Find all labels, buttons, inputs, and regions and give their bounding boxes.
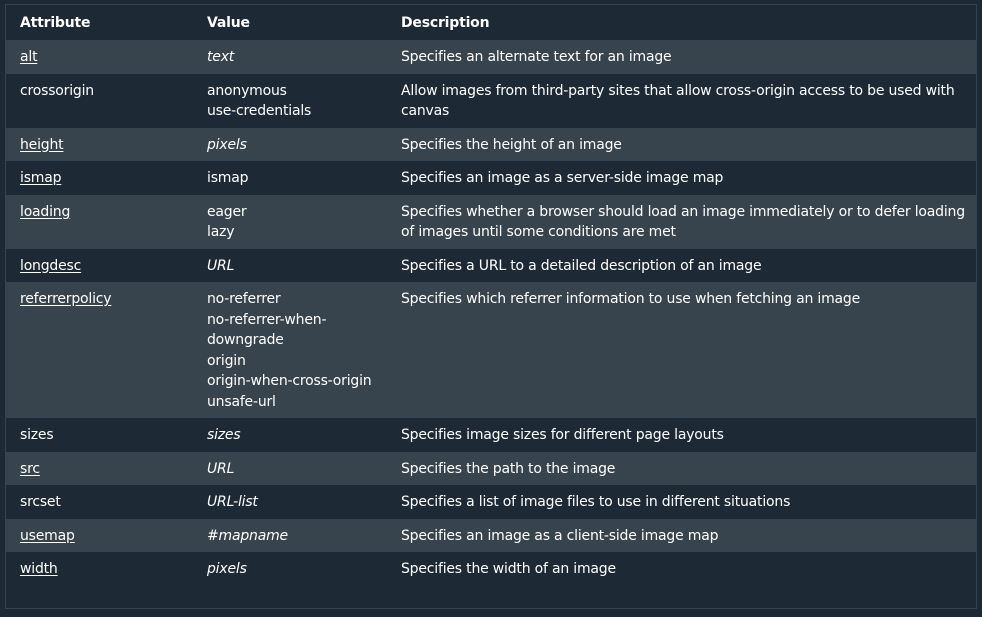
table-row: alt text Specifies an alternate text for a… (6, 40, 976, 74)
attribute-name-srcset: srcset (20, 494, 61, 510)
description-cell: Specifies a URL to a detailed descriptio… (387, 248, 976, 282)
value-cell: URL (193, 248, 387, 282)
attribute-cell: sizes (6, 418, 193, 452)
attribute-link-height[interactable]: height (20, 137, 64, 153)
table-header-row: Attribute Value Description (6, 5, 976, 40)
attribute-link-longdesc[interactable]: longdesc (20, 258, 81, 274)
description-cell: Specifies which referrer information to … (387, 282, 976, 418)
header-description: Description (387, 5, 976, 40)
description-cell: Specifies the path to the image (387, 451, 976, 485)
value-text: sizes (207, 427, 241, 443)
table-row: width pixels Specifies the width of an ima… (6, 552, 976, 586)
attribute-link-referrerpolicy[interactable]: referrerpolicy (20, 291, 112, 307)
description-cell: Specifies an image as a server-side imag… (387, 161, 976, 195)
table-body: alt text Specifies an alternate text for a… (6, 40, 976, 586)
table-row: loading eager lazy Specifies whether a brow… (6, 194, 976, 249)
description-cell: Specifies the width of an image (387, 552, 976, 586)
value-cell: URL (193, 451, 387, 485)
attribute-name-sizes: sizes (20, 427, 54, 443)
value-text: ismap (207, 170, 249, 186)
description-cell: Specifies whether a browser should load … (387, 194, 976, 249)
description-cell: Specifies image sizes for different page… (387, 418, 976, 452)
table-row: referrerpolicy no-referrer no-referrer-whe… (6, 282, 976, 418)
value-cell: anonymous use-credentials (193, 73, 387, 128)
description-cell: Specifies the height of an image (387, 127, 976, 161)
table-row: ismap ismap Specifies an image as a server… (6, 161, 976, 195)
attribute-cell: crossorigin (6, 73, 193, 128)
value-text: lazy (207, 224, 235, 240)
attribute-link-src[interactable]: src (20, 461, 40, 477)
attribute-link-width[interactable]: width (20, 561, 58, 577)
value-text: pixels (207, 561, 247, 577)
attributes-table-container: Attribute Value Description alt text Speci… (5, 4, 977, 609)
value-cell: pixels (193, 127, 387, 161)
table-row: crossorigin anonymous use-credentials Allow… (6, 73, 976, 128)
value-cell: URL-list (193, 485, 387, 519)
value-text: no-referrer (207, 291, 281, 307)
description-cell: Specifies a list of image files to use i… (387, 485, 976, 519)
value-text: anonymous (207, 82, 287, 99)
value-text: URL (207, 460, 235, 477)
attribute-link-ismap[interactable]: ismap (20, 170, 61, 186)
attribute-link-alt[interactable]: alt (20, 49, 38, 65)
value-text: pixels (207, 136, 247, 153)
value-cell: no-referrer no-referrer-when-downgrade ori… (193, 282, 387, 418)
table-row: sizes sizes Specifies image sizes for diff… (6, 418, 976, 452)
value-text: use-credentials (207, 103, 312, 119)
attribute-cell: loading (6, 194, 193, 249)
value-cell: eager lazy (193, 194, 387, 249)
attribute-cell: height (6, 127, 193, 161)
attribute-cell: srcset (6, 485, 193, 519)
value-cell: text (193, 40, 387, 74)
value-cell: ismap (193, 161, 387, 195)
attribute-cell: width (6, 552, 193, 586)
value-text: text (207, 49, 235, 65)
value-cell: sizes (193, 418, 387, 452)
value-cell: pixels (193, 552, 387, 586)
value-text: eager (207, 203, 247, 220)
attribute-name-crossorigin: crossorigin (20, 82, 94, 99)
header-value: Value (193, 5, 387, 40)
attribute-cell: src (6, 451, 193, 485)
attributes-table: Attribute Value Description alt text Speci… (6, 5, 976, 586)
value-cell: #mapname (193, 518, 387, 552)
description-cell: Specifies an alternate text for an image (387, 40, 976, 74)
attribute-cell: usemap (6, 518, 193, 552)
value-text: #mapname (207, 527, 288, 544)
attribute-cell: referrerpolicy (6, 282, 193, 418)
header-attribute: Attribute (6, 5, 193, 40)
description-cell: Allow images from third-party sites that… (387, 73, 976, 128)
attribute-cell: ismap (6, 161, 193, 195)
value-text: URL-list (207, 494, 258, 510)
attribute-cell: longdesc (6, 248, 193, 282)
value-text: origin-when-cross-origin (207, 373, 372, 389)
attribute-link-loading[interactable]: loading (20, 204, 70, 220)
value-text: unsafe-url (207, 393, 276, 410)
table-row: usemap #mapname Specifies an image as a cl… (6, 518, 976, 552)
attribute-link-usemap[interactable]: usemap (20, 528, 75, 544)
table-row: height pixels Specifies the height of an i… (6, 127, 976, 161)
attribute-cell: alt (6, 40, 193, 74)
table-row: longdesc URL Specifies a URL to a detailed… (6, 248, 976, 282)
value-text: origin (207, 352, 246, 369)
value-text: URL (207, 257, 235, 274)
value-text: no-referrer-when-downgrade (207, 311, 327, 349)
table-row: srcset URL-list Specifies a list of image … (6, 485, 976, 519)
table-row: src URL Specifies the path to the image (6, 451, 976, 485)
description-cell: Specifies an image as a client-side imag… (387, 518, 976, 552)
